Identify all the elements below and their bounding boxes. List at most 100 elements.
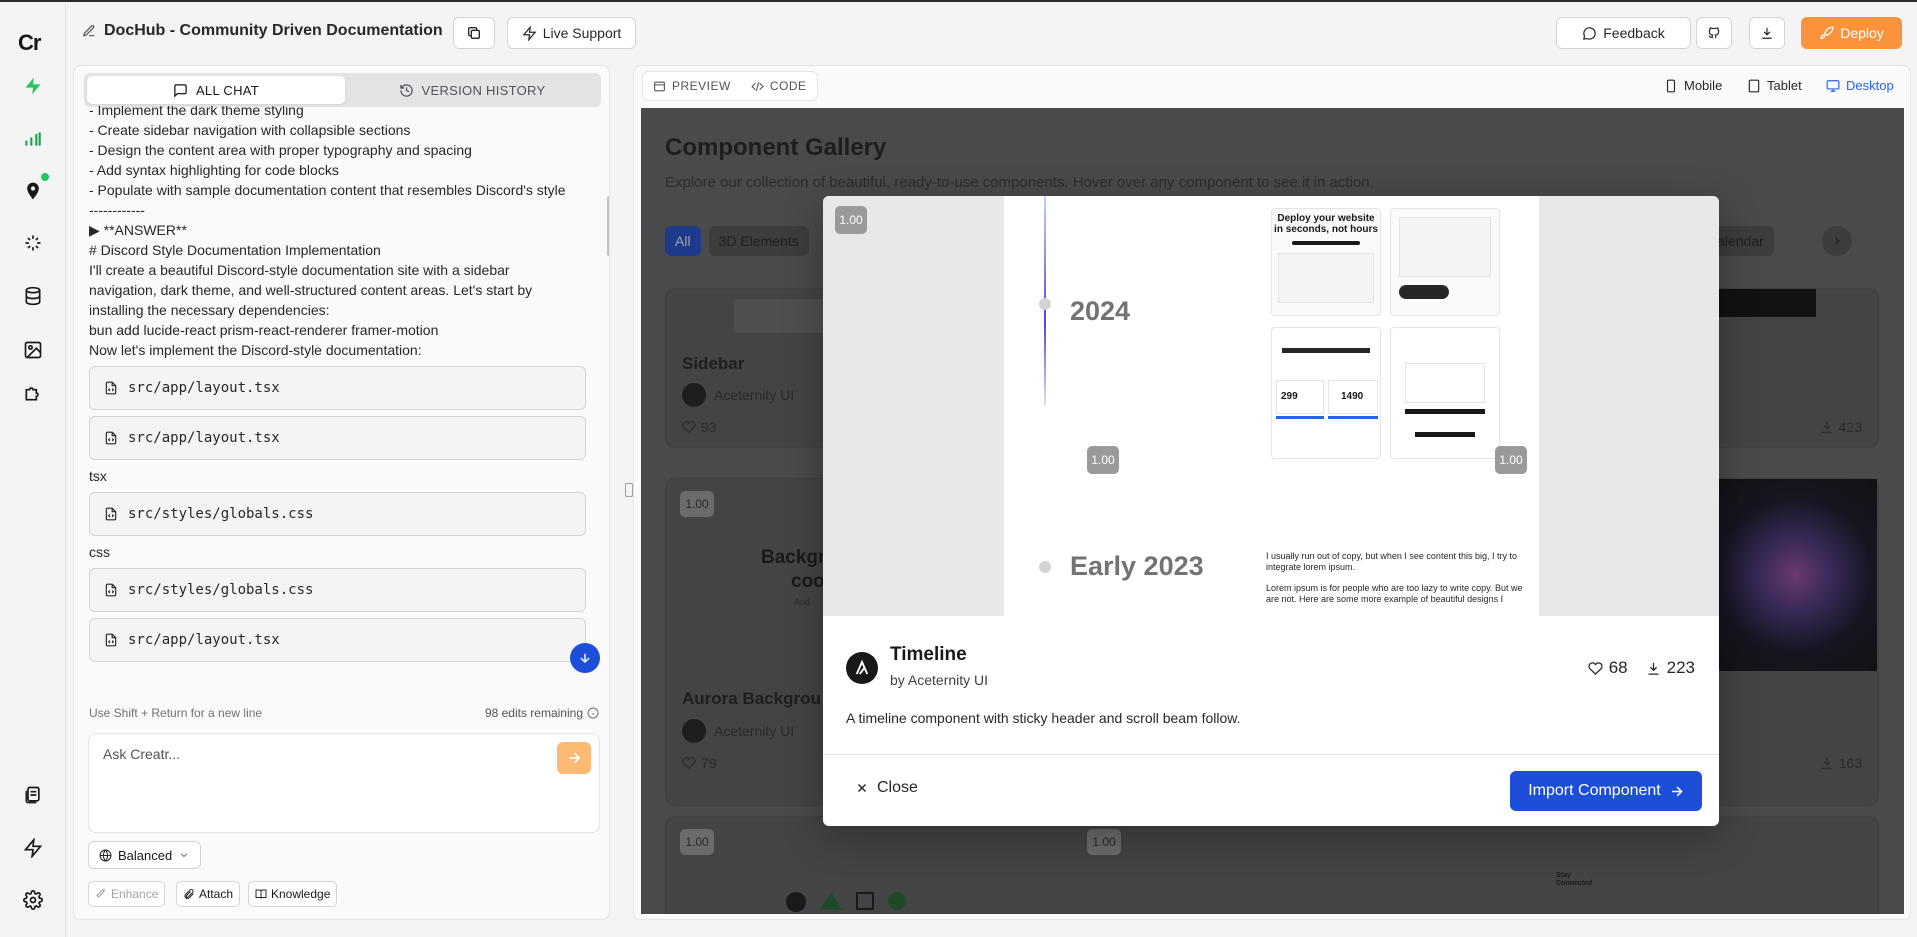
likes-stat: 68 <box>1588 658 1628 678</box>
project-title: DocHub - Community Driven Documentation <box>104 22 443 39</box>
chat-line: ------------ <box>89 202 145 218</box>
prompt-input[interactable] <box>103 746 543 762</box>
mode-select[interactable]: Balanced <box>88 841 202 869</box>
chat-line: Now let's implement the Discord-style do… <box>89 342 422 358</box>
feedback-button[interactable]: Feedback <box>1556 17 1691 49</box>
version-badge: 1.00 <box>1495 446 1527 474</box>
card-likes: 79 <box>682 755 717 771</box>
send-button[interactable] <box>557 742 591 774</box>
file-name: src/styles/globals.css <box>128 506 314 522</box>
screenshot-hero-text: Deploy your website in seconds, not hour… <box>1274 213 1378 235</box>
app-logo[interactable]: Cr <box>18 30 41 56</box>
view-tabs: PREVIEW CODE <box>642 71 818 101</box>
gallery-title: Component Gallery <box>665 134 887 161</box>
device-desktop-label: Desktop <box>1846 78 1894 93</box>
screenshot-form <box>1405 363 1485 403</box>
chat-line: I'll create a beautiful Discord-style do… <box>89 262 510 278</box>
attach-button[interactable]: Attach <box>176 881 241 907</box>
filter-all[interactable]: All <box>665 226 701 256</box>
price-bar <box>1276 416 1324 419</box>
price-bar <box>1328 416 1378 419</box>
file-card[interactable]: src/styles/globals.css <box>89 492 586 536</box>
device-mobile[interactable]: Mobile <box>1664 78 1722 93</box>
bolt-icon <box>522 25 537 41</box>
aurora-thumbnail <box>1696 479 1877 671</box>
chat-log: - Implement the dark theme styling - Cre… <box>89 106 589 731</box>
chat-tabs: ALL CHAT VERSION HISTORY <box>84 73 601 107</box>
file-card[interactable]: src/styles/globals.css <box>89 568 586 612</box>
download-icon <box>1762 27 1772 39</box>
database-icon[interactable] <box>21 284 45 308</box>
import-component-button[interactable]: Import Component <box>1510 771 1702 811</box>
file-card[interactable]: src/app/layout.tsx <box>89 416 586 460</box>
image-icon[interactable] <box>21 338 45 362</box>
file-icon <box>105 507 117 521</box>
resize-handle[interactable] <box>625 483 633 497</box>
filter-3d-elements[interactable]: 3D Elements <box>708 226 809 256</box>
timeline-paragraph: I usually run out of copy, but when I se… <box>1266 551 1517 572</box>
chevron-down-icon <box>180 853 188 858</box>
github-logo-icon <box>786 892 806 912</box>
github-icon <box>1708 27 1720 39</box>
filters-next-button[interactable] <box>1822 226 1852 256</box>
chat-scrollbar[interactable] <box>607 196 609 256</box>
device-tablet[interactable]: Tablet <box>1747 78 1802 93</box>
component-name: Timeline <box>890 644 967 665</box>
chat-line: navigation, dark theme, and well-structu… <box>89 282 533 298</box>
nav-preview-heading: Stay Connected <box>1556 872 1593 887</box>
tab-code[interactable]: CODE <box>741 79 817 93</box>
tab-preview[interactable]: PREVIEW <box>643 79 741 93</box>
sparkle-icon[interactable] <box>21 231 45 255</box>
screenshot-line <box>1282 348 1370 353</box>
tab-all-chat[interactable]: ALL CHAT <box>87 76 345 104</box>
chat-line: - Add syntax highlighting for code block… <box>89 162 339 178</box>
timeline-screenshot: Deploy your website in seconds, not hour… <box>1271 208 1381 316</box>
browser-icon <box>654 81 665 91</box>
gallery-subtitle: Explore our collection of beautiful, rea… <box>665 174 1374 191</box>
duplicate-button[interactable] <box>453 17 495 49</box>
component-card-row3[interactable]: 1.00 1.00 Stay Connected <box>665 816 1879 914</box>
notion-logo-icon <box>856 892 874 910</box>
card-title: Sidebar <box>682 354 745 373</box>
download-icon <box>1648 662 1659 675</box>
device-desktop[interactable]: Desktop <box>1826 78 1894 93</box>
project-title-area[interactable]: DocHub - Community Driven Documentation <box>82 22 443 40</box>
file-name: src/styles/globals.css <box>128 582 314 598</box>
file-card[interactable]: src/app/layout.tsx <box>89 366 586 410</box>
downloads-count: 223 <box>1666 658 1695 677</box>
scroll-to-bottom-button[interactable] <box>570 643 600 673</box>
timeline-dot <box>1039 561 1051 573</box>
price-card: 299 <box>1276 380 1324 414</box>
analytics-icon[interactable] <box>21 127 45 151</box>
version-badge: 1.00 <box>680 491 714 517</box>
enhance-button[interactable]: Enhance <box>88 881 166 907</box>
version-badge: 1.00 <box>680 829 714 855</box>
download-button[interactable] <box>1749 17 1785 49</box>
bolt-outline-icon[interactable] <box>21 836 45 860</box>
live-support-button[interactable]: Live Support <box>507 17 636 49</box>
bolt-rail-icon[interactable] <box>21 74 45 98</box>
location-pin-icon[interactable] <box>21 179 45 203</box>
modal-divider <box>823 754 1719 755</box>
author-avatar <box>846 652 878 684</box>
monitor-icon <box>1826 79 1840 92</box>
card-title: Aurora Backgrou <box>682 689 821 708</box>
tab-version-history[interactable]: VERSION HISTORY <box>343 76 601 104</box>
history-icon <box>399 83 413 97</box>
screenshot-button <box>1405 409 1485 414</box>
github-button[interactable] <box>1696 17 1732 49</box>
card-preview-text: And <box>794 597 811 607</box>
info-icon[interactable] <box>587 707 599 719</box>
deploy-button[interactable]: Deploy <box>1801 17 1902 49</box>
knowledge-button[interactable]: Knowledge <box>248 881 338 907</box>
puzzle-icon[interactable] <box>21 381 45 405</box>
file-name: src/app/layout.tsx <box>128 632 280 648</box>
price-card: 1490 <box>1328 380 1378 414</box>
settings-gear-icon[interactable] <box>21 888 45 912</box>
chat-line: - Create sidebar navigation with collaps… <box>89 122 411 138</box>
file-icon <box>105 633 117 647</box>
close-button[interactable]: Close <box>855 779 918 797</box>
file-card[interactable]: src/app/layout.tsx <box>89 618 586 662</box>
message-icon <box>1583 26 1597 40</box>
docs-icon[interactable] <box>21 783 45 807</box>
